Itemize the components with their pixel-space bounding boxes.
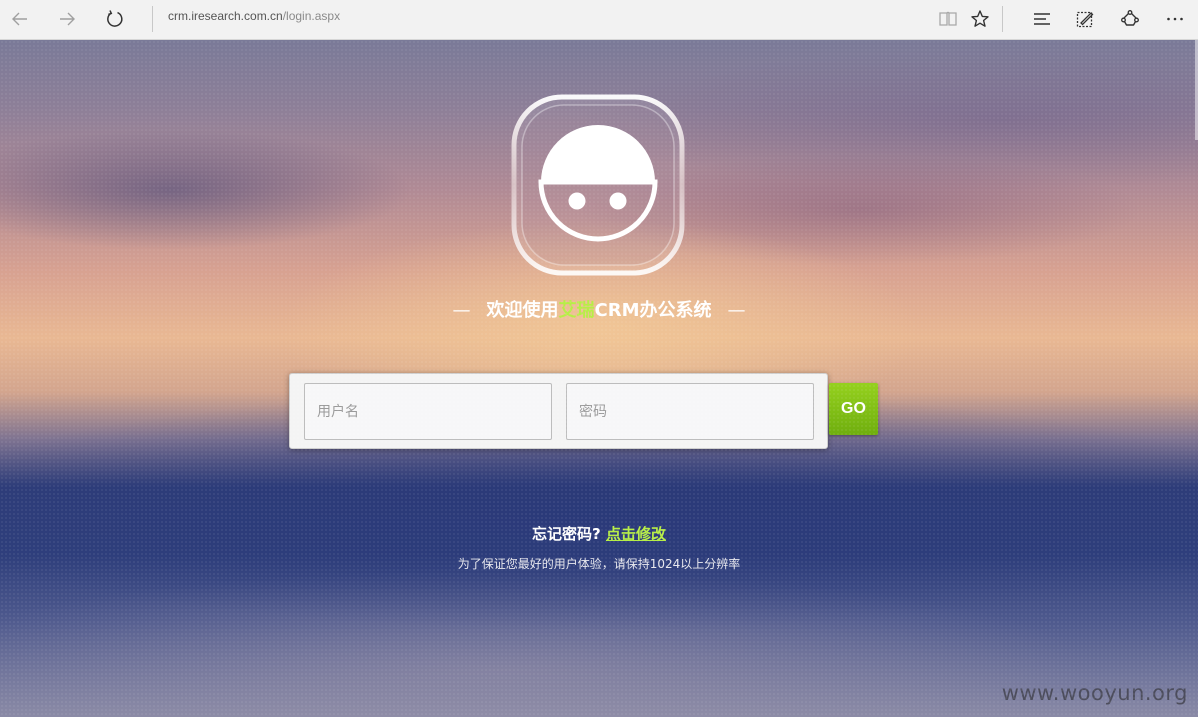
favorite-button[interactable] [964,4,996,34]
address-bar[interactable]: crm.iresearch.com.cn/login.aspx [168,9,340,23]
watermark-text: www.wooyun.org [1001,681,1188,705]
forward-button[interactable] [51,4,83,34]
refresh-icon [107,10,123,27]
more-icon [1167,17,1183,21]
browser-window: crm.iresearch.com.cn/login.aspx — 欢迎使用艾瑞… [0,0,1198,717]
toolbar-divider [152,6,153,32]
forgot-password-link[interactable]: 点击修改 [606,525,666,543]
smiley-logo-icon [511,94,685,276]
browser-toolbar: crm.iresearch.com.cn/login.aspx [0,0,1198,40]
welcome-prefix: 欢迎使用 [486,300,559,321]
more-button[interactable] [1159,4,1191,34]
back-arrow-icon [12,12,27,26]
login-form [289,373,828,449]
login-page: — 欢迎使用艾瑞CRM办公系统 — GO 忘记密码? 点击修改 为了保证您最好的用户… [0,40,1198,717]
welcome-suffix: CRM办公系统 [594,300,712,321]
forgot-password-text: 忘记密码? [532,525,601,543]
hub-button[interactable] [1026,4,1058,34]
go-button[interactable]: GO [829,383,878,435]
star-icon [971,10,989,27]
username-input[interactable] [304,383,552,440]
reading-view-button[interactable] [932,4,964,34]
forgot-password-line: 忘记密码? 点击修改 [0,523,1198,544]
web-note-button[interactable] [1069,4,1101,34]
address-domain: crm.iresearch.com.cn [168,9,283,23]
welcome-dash-right: — [727,300,746,321]
back-button[interactable] [4,4,36,34]
welcome-title: — 欢迎使用艾瑞CRM办公系统 — [0,296,1198,322]
web-note-icon [1076,11,1094,28]
reading-view-icon [939,11,957,26]
forward-arrow-icon [60,12,75,26]
welcome-brand: 艾瑞 [558,300,595,321]
toolbar-divider-right [1002,6,1003,32]
hub-icon [1034,13,1050,25]
resolution-note: 为了保证您最好的用户体验，请保持1024以上分辨率 [457,557,741,571]
share-icon [1121,10,1139,26]
refresh-button[interactable] [99,4,131,34]
password-input[interactable] [566,383,814,440]
share-button[interactable] [1114,4,1146,34]
welcome-dash-left: — [452,300,471,321]
address-path: /login.aspx [282,9,341,23]
